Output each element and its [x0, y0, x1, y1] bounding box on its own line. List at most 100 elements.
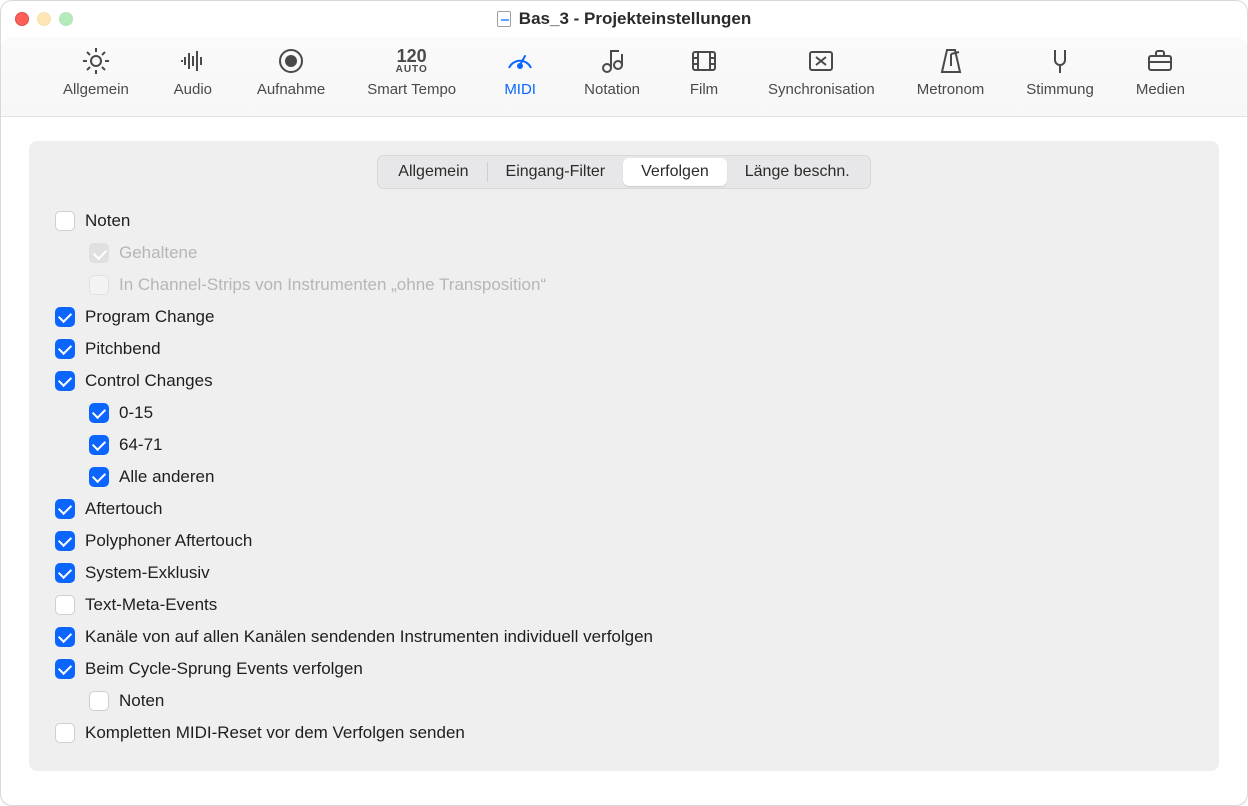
row-poly-aftertouch: Polyphoner Aftertouch	[55, 525, 1199, 557]
label-control-changes: Control Changes	[85, 371, 213, 391]
row-midi-reset: Kompletten MIDI-Reset vor dem Verfolgen …	[55, 717, 1199, 749]
tuning-fork-icon	[1043, 45, 1077, 77]
checkbox-text-meta-events[interactable]	[55, 595, 75, 615]
project-settings-window: Bas_3 - Projekteinstellungen Allgemein A…	[0, 0, 1248, 806]
row-control-changes: Control Changes	[55, 365, 1199, 397]
tab-stimmung-label: Stimmung	[1026, 81, 1094, 98]
checkbox-pitchbend[interactable]	[55, 339, 75, 359]
tab-stimmung[interactable]: Stimmung	[1020, 39, 1100, 106]
checkbox-system-exklusiv[interactable]	[55, 563, 75, 583]
label-in-channel-strips: In Channel-Strips von Instrumenten „ohne…	[119, 275, 546, 295]
checkbox-cc-0-15[interactable]	[89, 403, 109, 423]
checkbox-aftertouch[interactable]	[55, 499, 75, 519]
zoom-window-icon[interactable]	[59, 12, 73, 26]
notation-icon	[595, 45, 629, 77]
row-gehaltene: Gehaltene	[55, 237, 1199, 269]
row-program-change: Program Change	[55, 301, 1199, 333]
label-midi-reset: Kompletten MIDI-Reset vor dem Verfolgen …	[85, 723, 465, 743]
checkbox-cc-64-71[interactable]	[89, 435, 109, 455]
window-title: Bas_3 - Projekteinstellungen	[497, 9, 751, 29]
checkbox-kanaele-verfolgen[interactable]	[55, 627, 75, 647]
waveform-icon	[176, 45, 210, 77]
smart-tempo-icon: 120 AUTO	[395, 45, 429, 77]
label-cc-0-15: 0-15	[119, 403, 153, 423]
row-pitchbend: Pitchbend	[55, 333, 1199, 365]
document-icon	[497, 11, 511, 27]
tab-midi[interactable]: MIDI	[492, 39, 548, 106]
tab-audio[interactable]: Audio	[165, 39, 221, 106]
gear-icon	[79, 45, 113, 77]
subtab-eingang-filter[interactable]: Eingang-Filter	[488, 158, 624, 186]
checkbox-noten[interactable]	[55, 211, 75, 231]
label-cycle-sprung: Beim Cycle-Sprung Events verfolgen	[85, 659, 363, 679]
tab-audio-label: Audio	[174, 81, 212, 98]
label-pitchbend: Pitchbend	[85, 339, 161, 359]
row-cycle-noten: Noten	[55, 685, 1199, 717]
tab-notation[interactable]: Notation	[578, 39, 646, 106]
tab-smart-tempo-label: Smart Tempo	[367, 81, 456, 98]
label-text-meta-events: Text-Meta-Events	[85, 595, 217, 615]
label-gehaltene: Gehaltene	[119, 243, 197, 263]
tab-notation-label: Notation	[584, 81, 640, 98]
row-system-exklusiv: System-Exklusiv	[55, 557, 1199, 589]
minimize-window-icon[interactable]	[37, 12, 51, 26]
tab-metronom-label: Metronom	[917, 81, 985, 98]
row-cc-64-71: 64-71	[55, 429, 1199, 461]
checkbox-cycle-noten[interactable]	[89, 691, 109, 711]
label-kanaele-verfolgen: Kanäle von auf allen Kanälen sendenden I…	[85, 627, 653, 647]
tab-aufnahme-label: Aufnahme	[257, 81, 325, 98]
checkbox-cc-alle-anderen[interactable]	[89, 467, 109, 487]
row-noten: Noten	[55, 205, 1199, 237]
tab-midi-label: MIDI	[504, 81, 536, 98]
checkbox-midi-reset[interactable]	[55, 723, 75, 743]
row-cycle-sprung: Beim Cycle-Sprung Events verfolgen	[55, 653, 1199, 685]
settings-body: Allgemein Eingang-Filter Verfolgen Länge…	[1, 117, 1247, 805]
label-poly-aftertouch: Polyphoner Aftertouch	[85, 531, 252, 551]
subtab-verfolgen[interactable]: Verfolgen	[623, 158, 727, 186]
tab-film[interactable]: Film	[676, 39, 732, 106]
checkbox-control-changes[interactable]	[55, 371, 75, 391]
row-cc-alle-anderen: Alle anderen	[55, 461, 1199, 493]
metronome-icon	[934, 45, 968, 77]
row-aftertouch: Aftertouch	[55, 493, 1199, 525]
label-cc-alle-anderen: Alle anderen	[119, 467, 214, 487]
tab-metronom[interactable]: Metronom	[911, 39, 991, 106]
tab-film-label: Film	[690, 81, 718, 98]
checkbox-gehaltene	[89, 243, 109, 263]
label-system-exklusiv: System-Exklusiv	[85, 563, 210, 583]
tab-smart-tempo[interactable]: 120 AUTO Smart Tempo	[361, 39, 462, 106]
sync-icon	[804, 45, 838, 77]
row-in-channel-strips: In Channel-Strips von Instrumenten „ohne…	[55, 269, 1199, 301]
tab-aufnahme[interactable]: Aufnahme	[251, 39, 331, 106]
tab-synchronisation[interactable]: Synchronisation	[762, 39, 881, 106]
close-window-icon[interactable]	[15, 12, 29, 26]
checkbox-cycle-sprung[interactable]	[55, 659, 75, 679]
midi-gauge-icon	[503, 45, 537, 77]
film-icon	[687, 45, 721, 77]
subtab-allgemein[interactable]: Allgemein	[380, 158, 486, 186]
tab-medien-label: Medien	[1136, 81, 1185, 98]
window-controls	[15, 12, 73, 26]
smart-tempo-value: 120	[397, 47, 427, 65]
label-cc-64-71: 64-71	[119, 435, 162, 455]
tab-medien[interactable]: Medien	[1130, 39, 1191, 106]
row-kanaele-verfolgen: Kanäle von auf allen Kanälen sendenden I…	[55, 621, 1199, 653]
tab-allgemein[interactable]: Allgemein	[57, 39, 135, 106]
label-aftertouch: Aftertouch	[85, 499, 163, 519]
checkbox-program-change[interactable]	[55, 307, 75, 327]
checkbox-in-channel-strips	[89, 275, 109, 295]
tab-synchronisation-label: Synchronisation	[768, 81, 875, 98]
label-noten: Noten	[85, 211, 130, 231]
row-text-meta-events: Text-Meta-Events	[55, 589, 1199, 621]
midi-chase-panel: Allgemein Eingang-Filter Verfolgen Länge…	[29, 141, 1219, 771]
record-icon	[274, 45, 308, 77]
midi-subtab-segmented: Allgemein Eingang-Filter Verfolgen Länge…	[377, 155, 870, 189]
window-title-label: Bas_3 - Projekteinstellungen	[519, 9, 751, 29]
subtab-laenge-beschn[interactable]: Länge beschn.	[727, 158, 868, 186]
checkbox-poly-aftertouch[interactable]	[55, 531, 75, 551]
briefcase-icon	[1143, 45, 1177, 77]
settings-toolbar: Allgemein Audio Aufnahme 120 AUTO Smart …	[1, 37, 1247, 117]
tab-allgemein-label: Allgemein	[63, 81, 129, 98]
chase-options-list: Noten Gehaltene In Channel-Strips von In…	[49, 205, 1199, 749]
titlebar: Bas_3 - Projekteinstellungen	[1, 1, 1247, 37]
